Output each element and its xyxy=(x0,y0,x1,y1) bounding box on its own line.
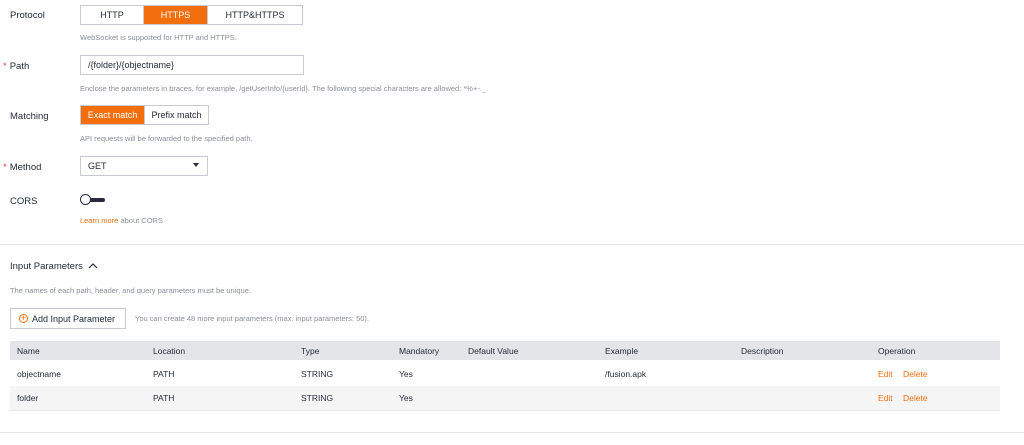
section-divider xyxy=(0,244,1024,245)
cell-mandatory: Yes xyxy=(399,369,413,379)
cors-label: CORS xyxy=(10,196,38,207)
cors-toggle[interactable] xyxy=(80,194,106,206)
protocol-hint: WebSocket is supported for HTTP and HTTP… xyxy=(80,33,237,42)
cell-location: PATH xyxy=(153,369,175,379)
table-row: folder PATH STRING Yes Edit Delete xyxy=(10,386,1000,410)
cell-mandatory: Yes xyxy=(399,393,413,403)
table-row: objectname PATH STRING Yes /fusion.apk E… xyxy=(10,362,1000,386)
edit-link[interactable]: Edit xyxy=(878,362,893,386)
input-params-title: Input Parameters xyxy=(10,261,83,272)
col-type: Type xyxy=(301,345,320,356)
cell-name: folder xyxy=(17,393,39,403)
matching-option-prefix[interactable]: Prefix match xyxy=(145,106,208,124)
matching-label: Matching xyxy=(10,111,49,122)
cell-type: STRING xyxy=(301,393,334,403)
col-location: Location xyxy=(153,345,186,356)
protocol-selector: HTTP HTTPS HTTP&HTTPS xyxy=(80,5,303,25)
path-label-text: Path xyxy=(9,61,30,72)
cors-hint: Learn more about CORS xyxy=(80,216,163,225)
col-description: Description xyxy=(741,345,784,356)
col-example: Example xyxy=(605,345,639,356)
method-label-text: Method xyxy=(9,162,42,173)
protocol-option-http[interactable]: HTTP xyxy=(81,6,144,24)
learn-more-link[interactable]: Learn more xyxy=(80,216,118,225)
protocol-option-https[interactable]: HTTPS xyxy=(144,6,208,24)
path-hint: Enclose the parameters in braces, for ex… xyxy=(80,84,489,93)
input-params-hint: The names of each path, header, and quer… xyxy=(10,286,251,295)
cell-name: objectname xyxy=(17,369,61,379)
path-input[interactable]: /{folder}/{objectname} xyxy=(80,55,304,75)
col-default-value: Default Value xyxy=(468,345,519,356)
params-table-header: Name Location Type Mandatory Default Val… xyxy=(10,341,1000,360)
edit-link[interactable]: Edit xyxy=(878,386,893,410)
add-parameter-hint: You can create 48 more input parameters … xyxy=(135,314,370,323)
protocol-label: Protocol xyxy=(10,10,45,21)
required-marker: * xyxy=(3,162,7,173)
cell-example: /fusion.apk xyxy=(605,369,647,379)
table-bottom-border xyxy=(10,410,1000,411)
method-select[interactable]: GET xyxy=(80,156,208,176)
col-operation: Operation xyxy=(878,345,916,356)
section-divider xyxy=(0,432,1024,433)
cors-hint-text: about CORS xyxy=(118,216,163,225)
toggle-knob xyxy=(80,194,91,205)
method-label: * Method xyxy=(3,162,41,173)
matching-hint: API requests will be forwarded to the sp… xyxy=(80,134,253,143)
chevron-up-icon[interactable] xyxy=(88,261,98,271)
col-name: Name xyxy=(17,345,40,356)
matching-selector: Exact match Prefix match xyxy=(80,105,209,125)
method-select-value: GET xyxy=(88,161,107,171)
col-mandatory: Mandatory xyxy=(399,345,440,356)
protocol-option-http-https[interactable]: HTTP&HTTPS xyxy=(208,6,302,24)
matching-option-exact[interactable]: Exact match xyxy=(81,106,145,124)
path-label: * Path xyxy=(3,61,29,72)
add-circle-icon: + xyxy=(19,313,28,323)
chevron-down-icon xyxy=(193,163,199,167)
cell-location: PATH xyxy=(153,393,175,403)
delete-link[interactable]: Delete xyxy=(903,362,928,386)
add-input-parameter-button[interactable]: + Add Input Parameter xyxy=(10,308,126,329)
cell-type: STRING xyxy=(301,369,334,379)
required-marker: * xyxy=(3,61,7,72)
add-input-parameter-label: Add Input Parameter xyxy=(32,313,116,324)
delete-link[interactable]: Delete xyxy=(903,386,928,410)
